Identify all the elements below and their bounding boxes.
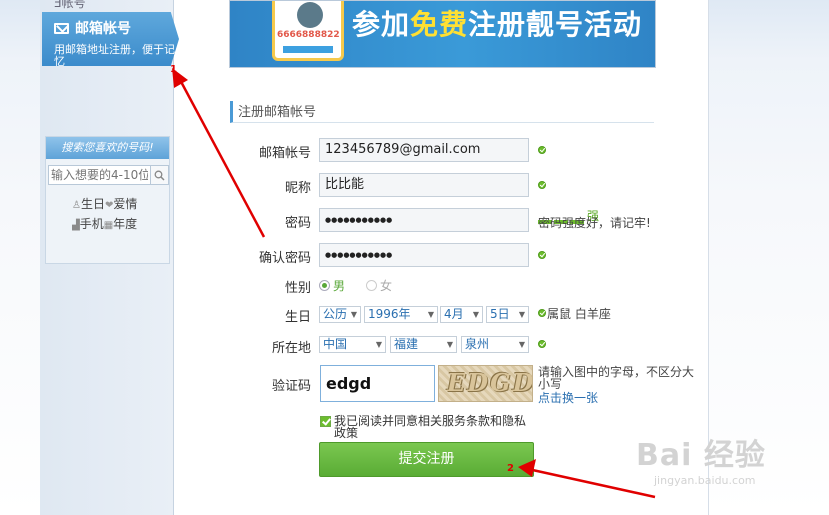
zodiac-text: 属鼠 白羊座	[547, 307, 611, 321]
gender-female-radio[interactable]: 女	[366, 277, 392, 294]
link-year[interactable]: 年度	[113, 217, 137, 231]
birth-day-select[interactable]: 5日 ▼	[486, 306, 529, 323]
watermark-url: jingyan.baidu.com	[654, 474, 756, 487]
birthday-valid-icon	[538, 309, 546, 317]
agreement-text: 我已阅读并同意相关服务条款和隐私政策	[334, 414, 527, 440]
gender-label: 性别	[284, 281, 311, 296]
calendar-type-value: 公历	[323, 307, 348, 321]
sidebar-item-description: 用邮箱地址注册，便于记忆	[54, 43, 175, 68]
captcha-input[interactable]: edgd	[320, 365, 435, 402]
signal-icon: ▟	[72, 220, 80, 231]
captcha-refresh-link[interactable]: 点击换一张	[538, 389, 598, 406]
password-field[interactable]: ●●●●●●●●●●●	[319, 208, 529, 232]
chevron-down-icon: ▼	[446, 340, 453, 349]
location-valid-icon	[538, 340, 546, 348]
submit-button[interactable]: 提交注册	[319, 442, 534, 477]
city-value: 泉州	[465, 337, 490, 351]
number-category-links: ♙生日❤爱情 ▟手机▦年度	[72, 195, 169, 235]
promo-banner[interactable]: 6666888822 参加免费注册靓号活动	[229, 0, 656, 68]
chevron-down-icon: ▼	[518, 310, 525, 319]
chevron-down-icon: ▼	[518, 340, 525, 349]
phone-illustration: 6666888822	[272, 1, 344, 61]
banner-title-highlight: 免费	[410, 8, 469, 41]
birth-month-select[interactable]: 4月 ▼	[440, 306, 483, 323]
country-select[interactable]: 中国 ▼	[319, 336, 386, 353]
captcha-image-text: EDGD	[447, 368, 533, 397]
chevron-down-icon: ▼	[375, 340, 382, 349]
search-icon	[154, 170, 165, 181]
calendar-icon: ▦	[103, 220, 114, 231]
envelope-icon	[54, 22, 69, 34]
captcha-image[interactable]: EDGD	[438, 365, 533, 402]
nickname-valid-icon	[538, 181, 546, 189]
sidebar-item-previous[interactable]: Ǝ帐号	[54, 0, 86, 11]
gender-female-label: 女	[380, 279, 393, 293]
cake-icon: ♙	[72, 200, 81, 211]
number-search-input[interactable]	[48, 165, 150, 185]
nickname-field[interactable]: 比比能	[319, 173, 529, 197]
link-birthday[interactable]: 生日	[81, 197, 105, 211]
birth-month-value: 4月	[444, 307, 464, 321]
location-label: 所在地	[271, 341, 311, 356]
sidebar-item-label: 邮箱帐号	[75, 21, 131, 37]
password-strength-hint: 密码强度好，请记牢!	[538, 216, 651, 230]
birth-day-value: 5日	[490, 307, 510, 321]
confirm-password-label: 确认密码	[258, 251, 311, 266]
link-mobile[interactable]: 手机	[80, 217, 104, 231]
birth-year-value: 1996年	[368, 307, 411, 321]
banner-phone-number: 6666888822	[277, 30, 340, 40]
link-love[interactable]: 爱情	[113, 197, 137, 211]
password-label: 密码	[284, 216, 311, 231]
checkbox-checked-icon	[320, 416, 331, 427]
nickname-label: 昵称	[284, 181, 311, 196]
confirm-password-field[interactable]: ●●●●●●●●●●●	[319, 243, 529, 267]
gender-male-label: 男	[333, 279, 346, 293]
gender-male-radio[interactable]: 男	[319, 277, 345, 294]
province-select[interactable]: 福建 ▼	[390, 336, 457, 353]
banner-title-suffix: 注册靓号活动	[468, 8, 643, 41]
annotation-marker-1: 1	[170, 64, 177, 75]
email-field[interactable]: 123456789@gmail.com	[319, 138, 529, 162]
captcha-label: 验证码	[271, 379, 311, 394]
confirm-password-valid-icon	[538, 251, 546, 259]
birth-year-select[interactable]: 1996年 ▼	[364, 306, 438, 323]
banner-title-prefix: 参加	[352, 8, 411, 41]
chevron-down-icon: ▼	[472, 310, 479, 319]
email-label: 邮箱帐号	[258, 146, 311, 161]
email-valid-icon	[538, 146, 546, 154]
number-search-title: 搜索您喜欢的号码!	[46, 137, 169, 159]
captcha-hint: 请输入图中的字母，不区分大小写	[538, 365, 695, 391]
chevron-down-icon: ▼	[350, 310, 357, 319]
watermark-brand: Bai 经验	[636, 438, 766, 473]
country-value: 中国	[323, 337, 348, 351]
birthday-label: 生日	[284, 310, 311, 325]
province-value: 福建	[394, 337, 419, 351]
banner-title: 参加免费注册靓号活动	[352, 3, 642, 43]
calendar-type-select[interactable]: 公历 ▼	[319, 306, 361, 323]
baidu-watermark: Bai 经验 jingyan.baidu.com	[636, 430, 766, 487]
sidebar-item-email-account[interactable]: 邮箱帐号 用邮箱地址注册，便于记忆	[42, 12, 179, 66]
agreement-checkbox[interactable]: 我已阅读并同意相关服务条款和隐私政策	[320, 415, 535, 439]
city-select[interactable]: 泉州 ▼	[461, 336, 529, 353]
chevron-down-icon: ▼	[427, 310, 434, 319]
annotation-marker-2: 2	[507, 463, 514, 474]
number-search-panel: 搜索您喜欢的号码! ♙生日❤爱情 ▟手机▦年度	[45, 136, 170, 264]
section-title: 注册邮箱帐号	[230, 101, 654, 123]
search-button[interactable]	[150, 165, 169, 185]
